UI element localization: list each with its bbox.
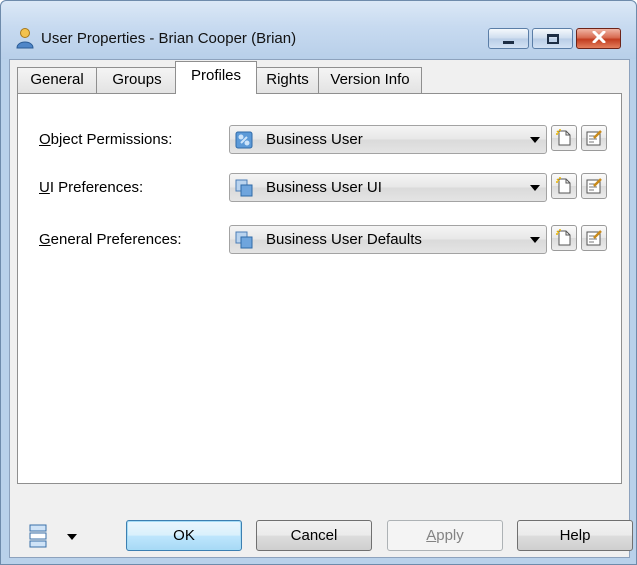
tab-groups[interactable]: Groups xyxy=(96,67,178,93)
chevron-down-icon[interactable] xyxy=(530,237,540,243)
general-preferences-label: General Preferences: xyxy=(39,231,182,248)
properties-icon xyxy=(586,230,602,246)
cancel-button[interactable]: Cancel xyxy=(256,520,372,551)
edit-general-preferences-button[interactable] xyxy=(581,225,607,251)
chevron-down-icon[interactable] xyxy=(530,185,540,191)
edit-object-permissions-button[interactable] xyxy=(581,125,607,151)
window-title: User Properties - Brian Cooper (Brian) xyxy=(41,30,297,47)
new-document-icon xyxy=(556,229,571,246)
user-icon xyxy=(14,27,36,49)
ui-preferences-select[interactable]: Business User UI xyxy=(229,173,547,202)
ok-button[interactable]: OK xyxy=(126,520,242,551)
maximize-button[interactable] xyxy=(532,28,573,49)
more-options-menu-button[interactable] xyxy=(29,522,89,550)
preferences-profile-icon xyxy=(235,231,253,249)
apply-button[interactable]: Apply xyxy=(387,520,503,551)
close-button[interactable] xyxy=(576,28,621,49)
new-document-icon xyxy=(556,129,571,146)
new-document-icon xyxy=(556,177,571,194)
edit-ui-preferences-button[interactable] xyxy=(581,173,607,199)
general-preferences-select[interactable]: Business User Defaults xyxy=(229,225,547,254)
permissions-profile-icon xyxy=(235,131,253,149)
help-button[interactable]: Help xyxy=(517,520,633,551)
new-ui-preferences-button[interactable] xyxy=(551,173,577,199)
user-properties-window: User Properties - Brian Cooper (Brian) G… xyxy=(0,0,637,565)
preferences-profile-icon xyxy=(235,179,253,197)
new-general-preferences-button[interactable] xyxy=(551,225,577,251)
chevron-down-icon[interactable] xyxy=(530,137,540,143)
minimize-button[interactable] xyxy=(488,28,529,49)
tab-general[interactable]: General xyxy=(17,67,97,93)
minimize-icon xyxy=(503,40,514,44)
properties-icon xyxy=(586,130,602,146)
maximize-icon xyxy=(546,33,559,44)
tab-version-info[interactable]: Version Info xyxy=(318,67,422,93)
properties-icon xyxy=(586,178,602,194)
tab-profiles[interactable]: Profiles xyxy=(175,61,257,94)
new-object-permissions-button[interactable] xyxy=(551,125,577,151)
ui-preferences-label: UI Preferences: xyxy=(39,179,144,196)
title-bar[interactable]: User Properties - Brian Cooper (Brian) xyxy=(1,1,636,59)
object-permissions-select[interactable]: Business User xyxy=(229,125,547,154)
object-permissions-label: Object Permissions: xyxy=(39,131,173,148)
tab-rights[interactable]: Rights xyxy=(256,67,319,93)
list-menu-icon xyxy=(29,524,77,548)
close-icon xyxy=(592,30,606,47)
